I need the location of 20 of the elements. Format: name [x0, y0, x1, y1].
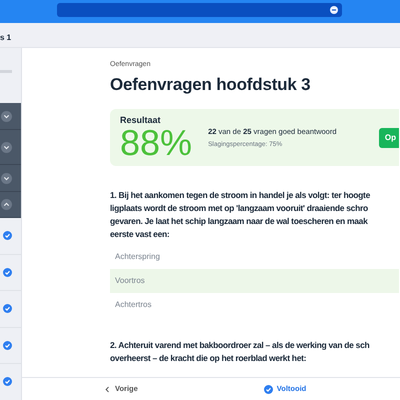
course-title: s 1: [0, 33, 12, 42]
result-score: 88%: [120, 125, 192, 162]
sidebar-section[interactable]: [0, 130, 21, 165]
sidebar-section[interactable]: [0, 165, 21, 192]
answer-option[interactable]: Achtertros: [110, 293, 399, 317]
more-icon[interactable]: [330, 6, 338, 14]
open-button[interactable]: Op: [378, 128, 399, 148]
result-label: Resultaat: [120, 114, 162, 127]
answer-option[interactable]: Achterspring: [110, 245, 399, 269]
page-title: Oefenvragen hoofdstuk 3: [110, 74, 312, 96]
question-text-line: gevaren. Je laat het schip langzaam naar de wal toescheren en maak: [110, 215, 369, 228]
question-text-line: 1. Bij het aankomen tegen de stroom in handel je als volgt: ter hoogte: [110, 189, 372, 202]
question-text-line: 2. Achteruit varend met bakboordroer zal – als de werking van de sch: [110, 339, 370, 352]
sidebar-section[interactable]: [0, 192, 21, 218]
question-text-line: eerste vast een:: [110, 228, 170, 241]
question-text-line: overheerst – de kracht die op het roerblad werkt het:: [110, 352, 308, 365]
sidebar-section[interactable]: [0, 103, 21, 130]
answer-option[interactable]: Voortros: [110, 269, 399, 293]
question-text-line: ligplaats wordt de stroom met op 'langzaam vooruit' draaiende schro: [110, 202, 369, 215]
chevron-left-icon: [104, 386, 111, 392]
